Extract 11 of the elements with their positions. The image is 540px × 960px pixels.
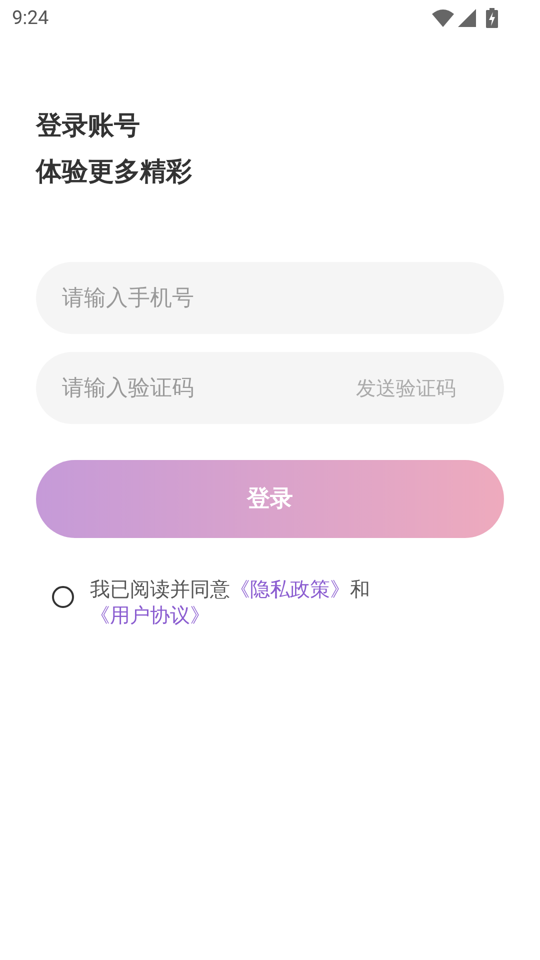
battery-icon: [486, 8, 498, 28]
phone-input-field[interactable]: 请输入手机号: [36, 262, 504, 334]
page-title: 登录账号: [36, 110, 141, 143]
signal-icon: [458, 9, 476, 27]
privacy-policy-link[interactable]: 《隐私政策》: [230, 577, 350, 601]
wifi-icon: [432, 9, 454, 27]
agreement-checkbox[interactable]: [52, 586, 74, 608]
page-subtitle: 体验更多精彩: [36, 156, 193, 189]
user-agreement-link[interactable]: 《用户协议》: [90, 603, 210, 627]
status-time: 9:24: [12, 4, 49, 31]
agreement-text: 我已阅读并同意《隐私政策》和 《用户协议》: [90, 576, 371, 628]
